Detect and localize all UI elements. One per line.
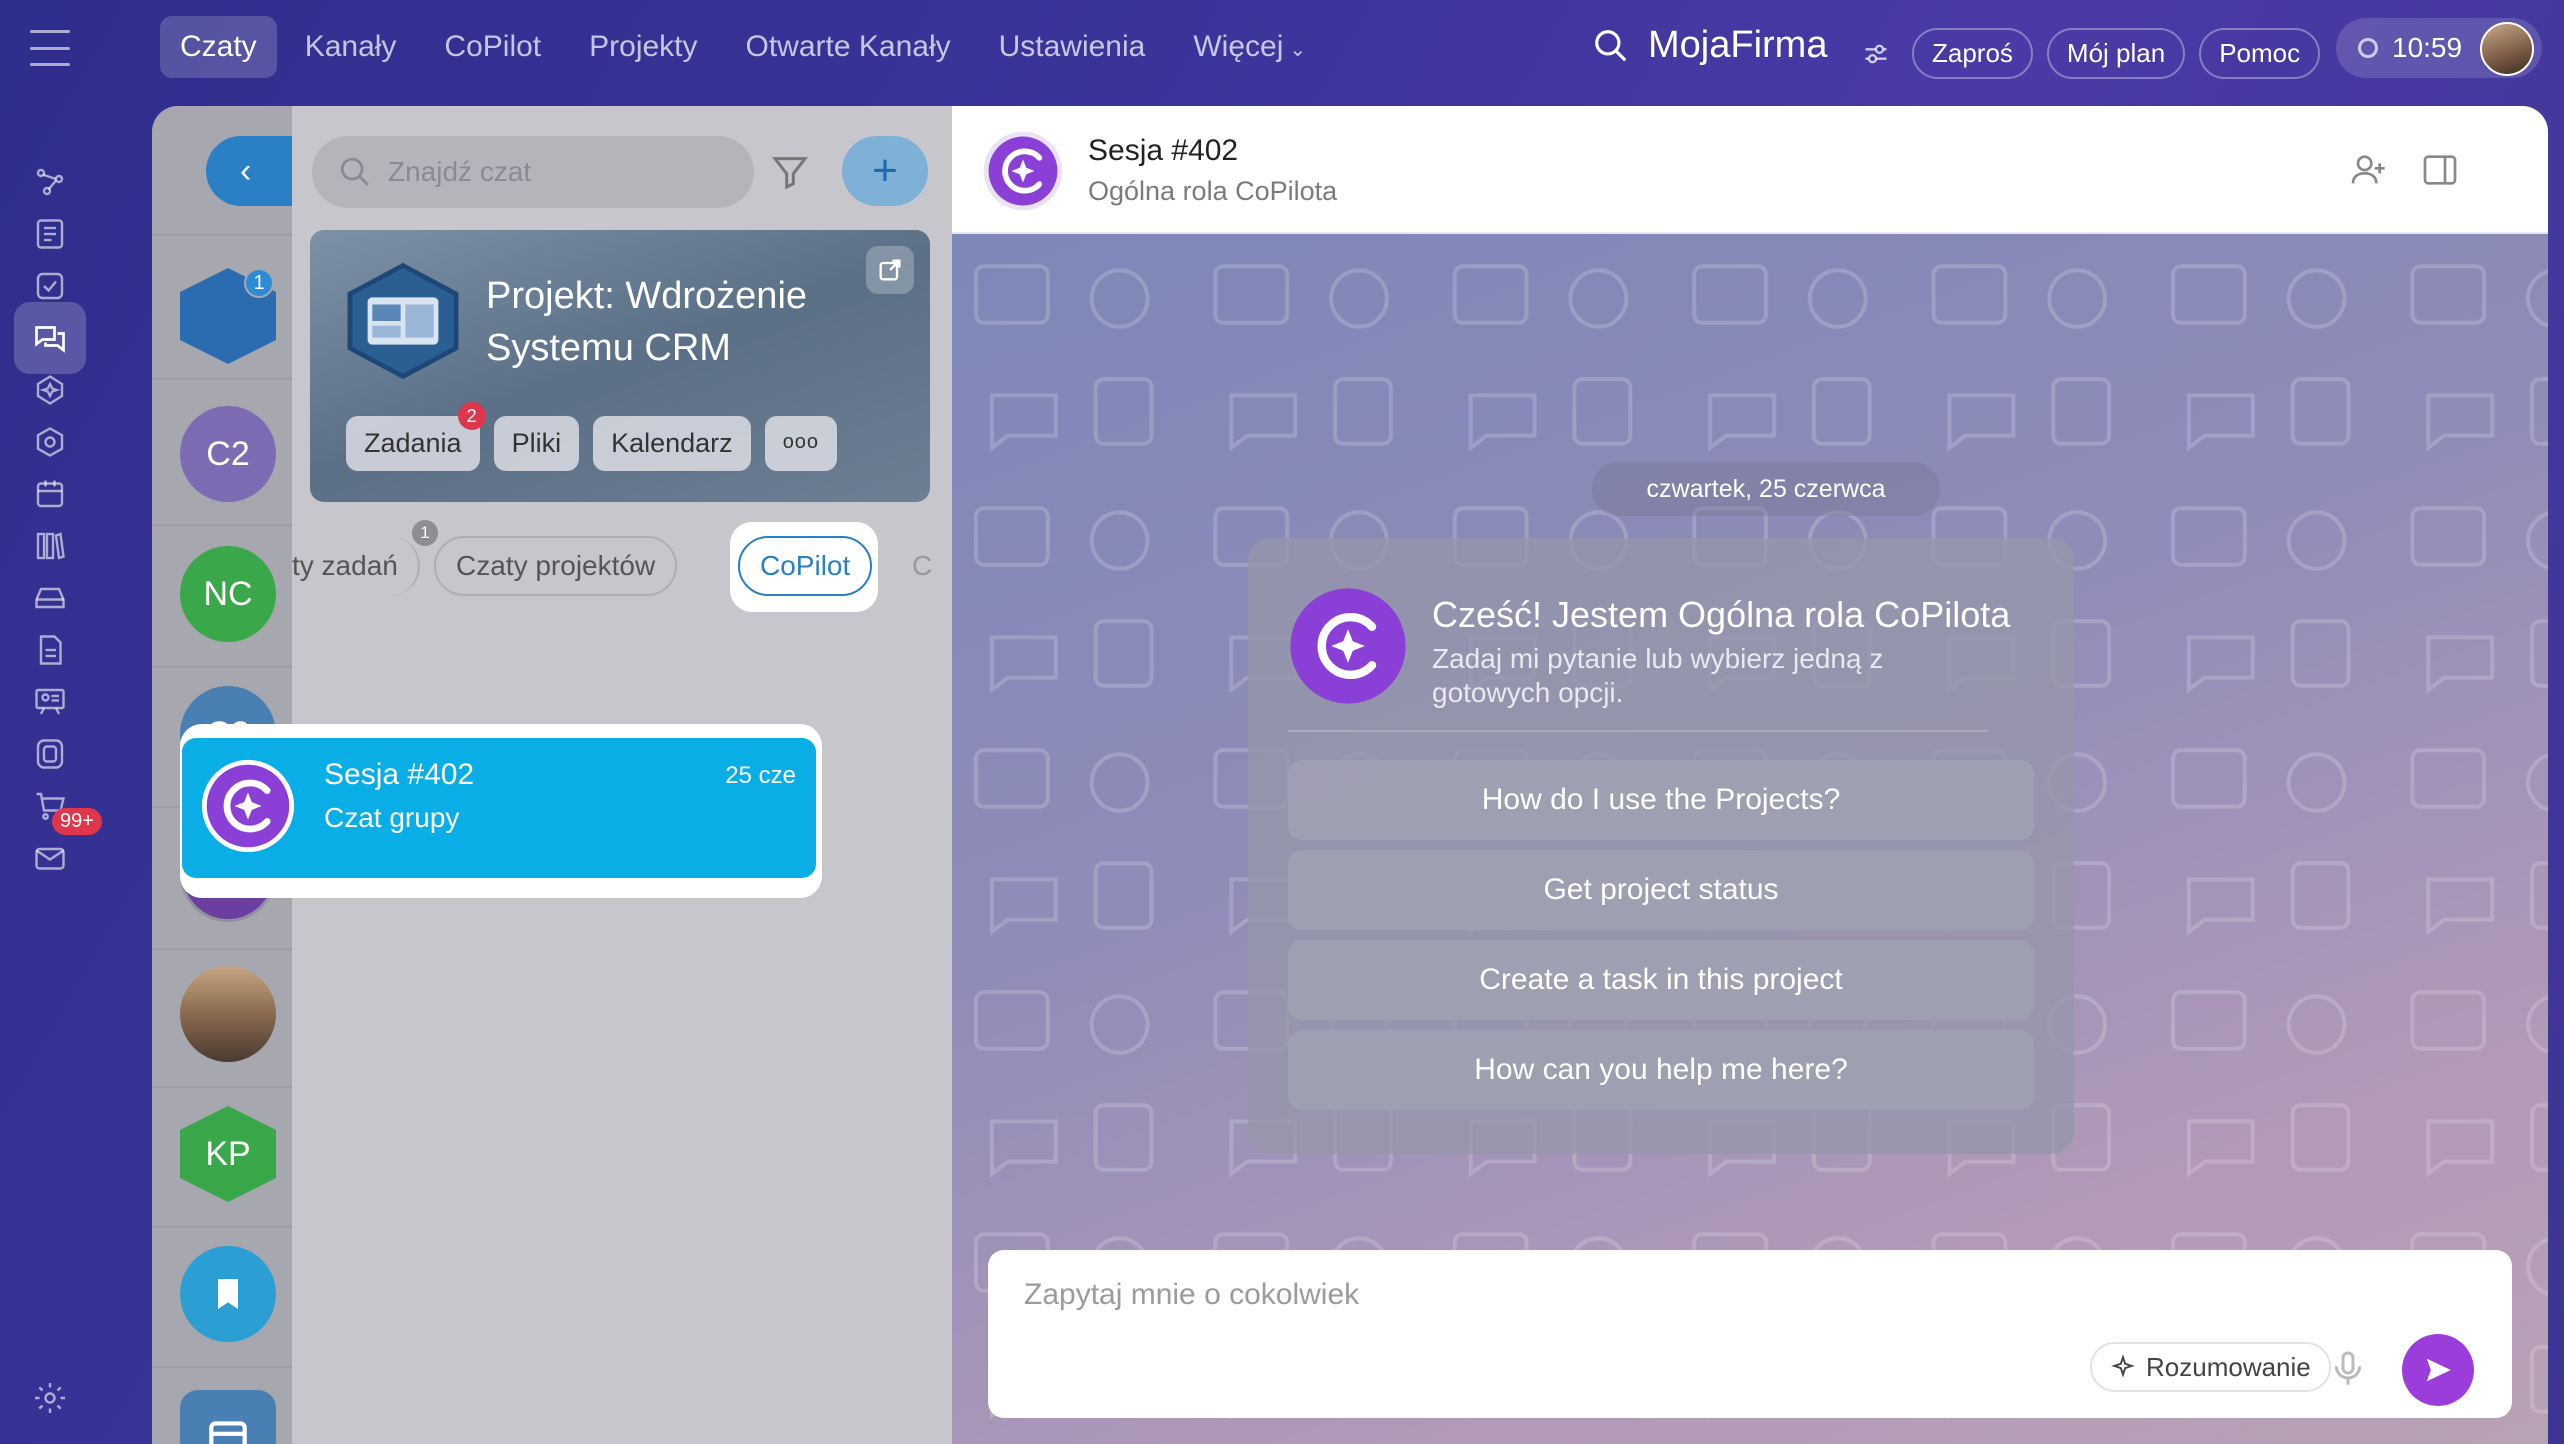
copilot-avatar	[1290, 588, 1406, 704]
divider	[152, 378, 292, 380]
search-icon[interactable]	[1592, 27, 1630, 65]
top-buttons: Zaproś Mój plan Pomoc	[1862, 28, 2321, 79]
chat-area: Sesja #402 Ogólna rola CoPilota czwartek…	[952, 106, 2548, 1444]
tasks-badge: 2	[457, 402, 486, 430]
menu-icon[interactable]	[30, 30, 70, 66]
chevron-down-icon: ⌄	[1289, 39, 1307, 61]
recent-chat-avatar[interactable]: C2	[180, 406, 276, 502]
nav-chats[interactable]: Czaty	[160, 16, 277, 78]
nav-projects[interactable]: Projekty	[569, 16, 717, 78]
chevron-left-icon: ‹	[240, 151, 252, 190]
message-input-placeholder: Zapytaj mnie o cokolwiek	[1024, 1278, 1360, 1311]
nav-copilot[interactable]: CoPilot	[424, 16, 561, 78]
clock-time: 10:59	[2392, 32, 2463, 63]
copilot-avatar	[201, 759, 295, 853]
project-tab-calendar[interactable]: Kalendarz	[593, 416, 751, 471]
quick-option-button[interactable]: How can you help me here?	[1288, 1030, 2034, 1110]
project-tab-tasks[interactable]: Zadania 2	[346, 402, 486, 471]
invite-button[interactable]: Zaproś	[1912, 28, 2033, 79]
welcome-title: Cześć! Jestem Ogólna rola CoPilota	[1432, 594, 2011, 635]
time-tracker[interactable]: 10:59	[2336, 18, 2542, 78]
clock-icon	[2358, 38, 2378, 58]
microphone-icon[interactable]	[2328, 1346, 2368, 1390]
date-divider: czwartek, 25 czerwca	[1592, 462, 1940, 516]
project-tabs: Zadania 2 Pliki Kalendarz ooo	[346, 402, 838, 471]
divider	[1288, 730, 1988, 732]
quick-option-button[interactable]: Get project status	[1288, 850, 2034, 930]
my-plan-button[interactable]: Mój plan	[2046, 28, 2186, 79]
recent-chat-avatar[interactable]: KP	[180, 1106, 276, 1202]
chat-subtitle: Ogólna rola CoPilota	[1088, 176, 1338, 206]
bookmark-avatar[interactable]	[180, 1246, 276, 1342]
send-button[interactable]	[2402, 1334, 2474, 1406]
project-hex-avatar	[347, 262, 459, 380]
divider	[152, 666, 292, 668]
sidebar-panel-icon[interactable]	[2420, 150, 2460, 190]
help-button[interactable]: Pomoc	[2199, 28, 2321, 79]
chat-item-date: 25 cze	[725, 762, 796, 789]
message-composer[interactable]: Zapytaj mnie o cokolwiek Rozumowanie	[988, 1250, 2512, 1418]
divider	[152, 524, 292, 526]
quick-option-button[interactable]: Create a task in this project	[1288, 940, 2034, 1020]
reasoning-toggle[interactable]: Rozumowanie	[2090, 1342, 2331, 1392]
user-avatar[interactable]	[2480, 22, 2534, 76]
settings-icon[interactable]	[14, 1362, 86, 1434]
more-icon[interactable]: ooo	[764, 416, 838, 471]
left-icon-bar: 99+	[0, 140, 102, 1444]
recent-chat-avatar[interactable]: NC	[180, 546, 276, 642]
divider	[152, 948, 292, 950]
divider	[152, 1086, 292, 1088]
project-card[interactable]: Projekt: Wdrożenie Systemu CRM Zadania 2 …	[310, 230, 930, 502]
top-bar: Czaty Kanały CoPilot Projekty Otwarte Ka…	[0, 0, 2564, 100]
chip-copilot[interactable]: CoPilot	[738, 536, 873, 596]
divider	[152, 1226, 292, 1228]
project-tab-label: Zadania	[364, 428, 462, 458]
copilot-avatar[interactable]	[982, 130, 1064, 212]
welcome-card: Cześć! Jestem Ogólna rola CoPilota Zadaj…	[1248, 538, 2074, 1154]
nav-more-label: Więcej	[1193, 30, 1284, 63]
mail-badge: 99+	[52, 808, 102, 835]
quick-option-button[interactable]: How do I use the Projects?	[1288, 760, 2034, 840]
filter-icon[interactable]	[770, 152, 810, 192]
nav-open-channels[interactable]: Otwarte Kanały	[726, 16, 971, 78]
add-user-icon[interactable]	[2348, 150, 2388, 190]
new-chat-button[interactable]: +	[842, 136, 928, 206]
chat-list-item[interactable]: Sesja #402 Czat grupy 25 cze	[182, 738, 816, 878]
chip-tasks-chats[interactable]: ty zadań	[272, 536, 420, 596]
mail-icon[interactable]: 99+	[14, 808, 102, 894]
chip-more[interactable]: C	[892, 536, 952, 596]
sparkle-icon	[2111, 1354, 2135, 1378]
main-nav: Czaty Kanały CoPilot Projekty Otwarte Ka…	[160, 16, 1334, 78]
chat-item-subtitle: Czat grupy	[324, 802, 460, 833]
external-link-icon[interactable]	[866, 246, 914, 294]
search-icon	[340, 157, 369, 186]
send-icon	[2426, 1358, 2451, 1382]
chat-title[interactable]: Sesja #402	[1088, 134, 1238, 168]
nav-settings[interactable]: Ustawienia	[979, 16, 1166, 78]
divider	[152, 1366, 292, 1368]
nav-channels[interactable]: Kanały	[285, 16, 417, 78]
project-tab-files[interactable]: Pliki	[493, 416, 580, 471]
project-title: Projekt: Wdrożenie Systemu CRM	[486, 275, 808, 369]
chat-header: Sesja #402 Ogólna rola CoPilota	[952, 106, 2548, 234]
brand: MojaFirma	[1592, 24, 1827, 67]
nav-more[interactable]: Więcej ⌄	[1173, 16, 1326, 78]
unread-badge: 1	[244, 268, 274, 298]
divider	[152, 234, 292, 236]
company-name[interactable]: MojaFirma	[1648, 24, 1827, 67]
sliders-icon[interactable]	[1862, 40, 1890, 68]
search-placeholder: Znajdź czat	[388, 156, 532, 187]
chip-badge: 1	[412, 520, 438, 546]
calendar-avatar[interactable]	[180, 1390, 276, 1444]
search-input[interactable]: Znajdź czat	[312, 136, 754, 208]
city-avatar[interactable]	[180, 966, 276, 1062]
chat-item-name: Sesja #402	[324, 758, 475, 791]
messenger-window: 1 C2 NC C2 KP ‹ Znajdź czat +	[152, 106, 2548, 1444]
reasoning-label: Rozumowanie	[2146, 1351, 2311, 1382]
chip-project-chats[interactable]: Czaty projektów	[434, 536, 678, 596]
welcome-subtitle: Zadaj mi pytanie lub wybierz jedną z got…	[1432, 643, 1884, 708]
